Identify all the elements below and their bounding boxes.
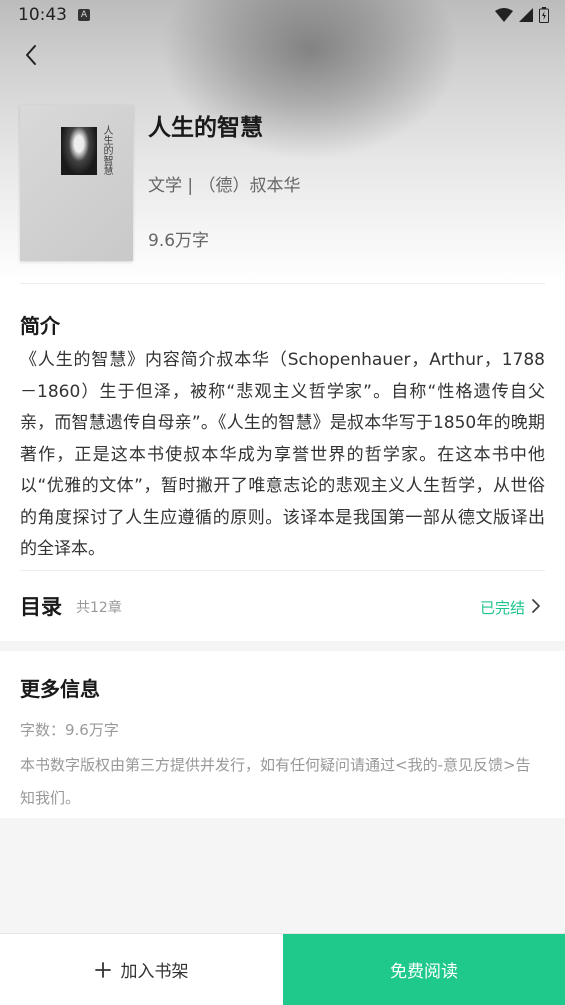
- divider: [20, 283, 545, 284]
- intro-text: 《人生的智慧》内容简介叔本华（Schopenhauer，Arthur，1788－…: [20, 350, 545, 559]
- intro-section: 简介 《人生的智慧》内容简介叔本华（Schopenhauer，Arthur，17…: [0, 283, 565, 641]
- more-info-section: 更多信息 字数：9.6万字 本书数字版权由第三方提供并发行，如有任何疑问请通过<…: [0, 651, 565, 818]
- status-time: 10:43: [18, 5, 67, 25]
- book-cover: 人生的智慧: [20, 105, 133, 261]
- chevron-left-icon: [26, 45, 36, 65]
- cover-portrait: [61, 127, 97, 175]
- book-title: 人生的智慧: [148, 115, 263, 141]
- more-info-word-count: 字数：9.6万字: [20, 721, 119, 739]
- read-free-label: 免费阅读: [390, 962, 458, 982]
- read-free-button[interactable]: 免费阅读: [283, 934, 565, 1005]
- notification-icon: A: [78, 9, 90, 21]
- back-button[interactable]: [16, 40, 46, 70]
- status-icons: [495, 6, 549, 24]
- more-info-heading: 更多信息: [20, 677, 100, 701]
- battery-icon: [539, 7, 549, 23]
- plus-icon: [94, 961, 111, 978]
- bottom-action-bar: 加入书架 免费阅读: [0, 933, 565, 1005]
- status-bar: 10:43 A: [0, 0, 565, 30]
- toc-heading: 目录: [20, 595, 62, 619]
- wifi-icon: [495, 8, 513, 22]
- toc-status: 已完结: [479, 599, 525, 617]
- add-to-shelf-label: 加入书架: [120, 962, 189, 982]
- cover-subtext: [105, 185, 119, 225]
- copyright-notice: 本书数字版权由第三方提供并发行，如有任何疑问请通过<我的-意见反馈>告知我们。: [20, 756, 531, 807]
- intro-heading: 简介: [20, 314, 60, 338]
- chevron-right-icon: [532, 599, 540, 613]
- add-to-shelf-button[interactable]: 加入书架: [0, 934, 283, 1005]
- cover-title: 人生的智慧: [101, 125, 112, 175]
- toc-row[interactable]: 目录 共12章 已完结: [0, 571, 565, 641]
- book-word-count: 9.6万字: [148, 231, 210, 251]
- signal-icon: [519, 8, 533, 22]
- book-meta: 文学 | （德）叔本华: [148, 176, 301, 196]
- toc-chapter-count: 共12章: [76, 600, 122, 616]
